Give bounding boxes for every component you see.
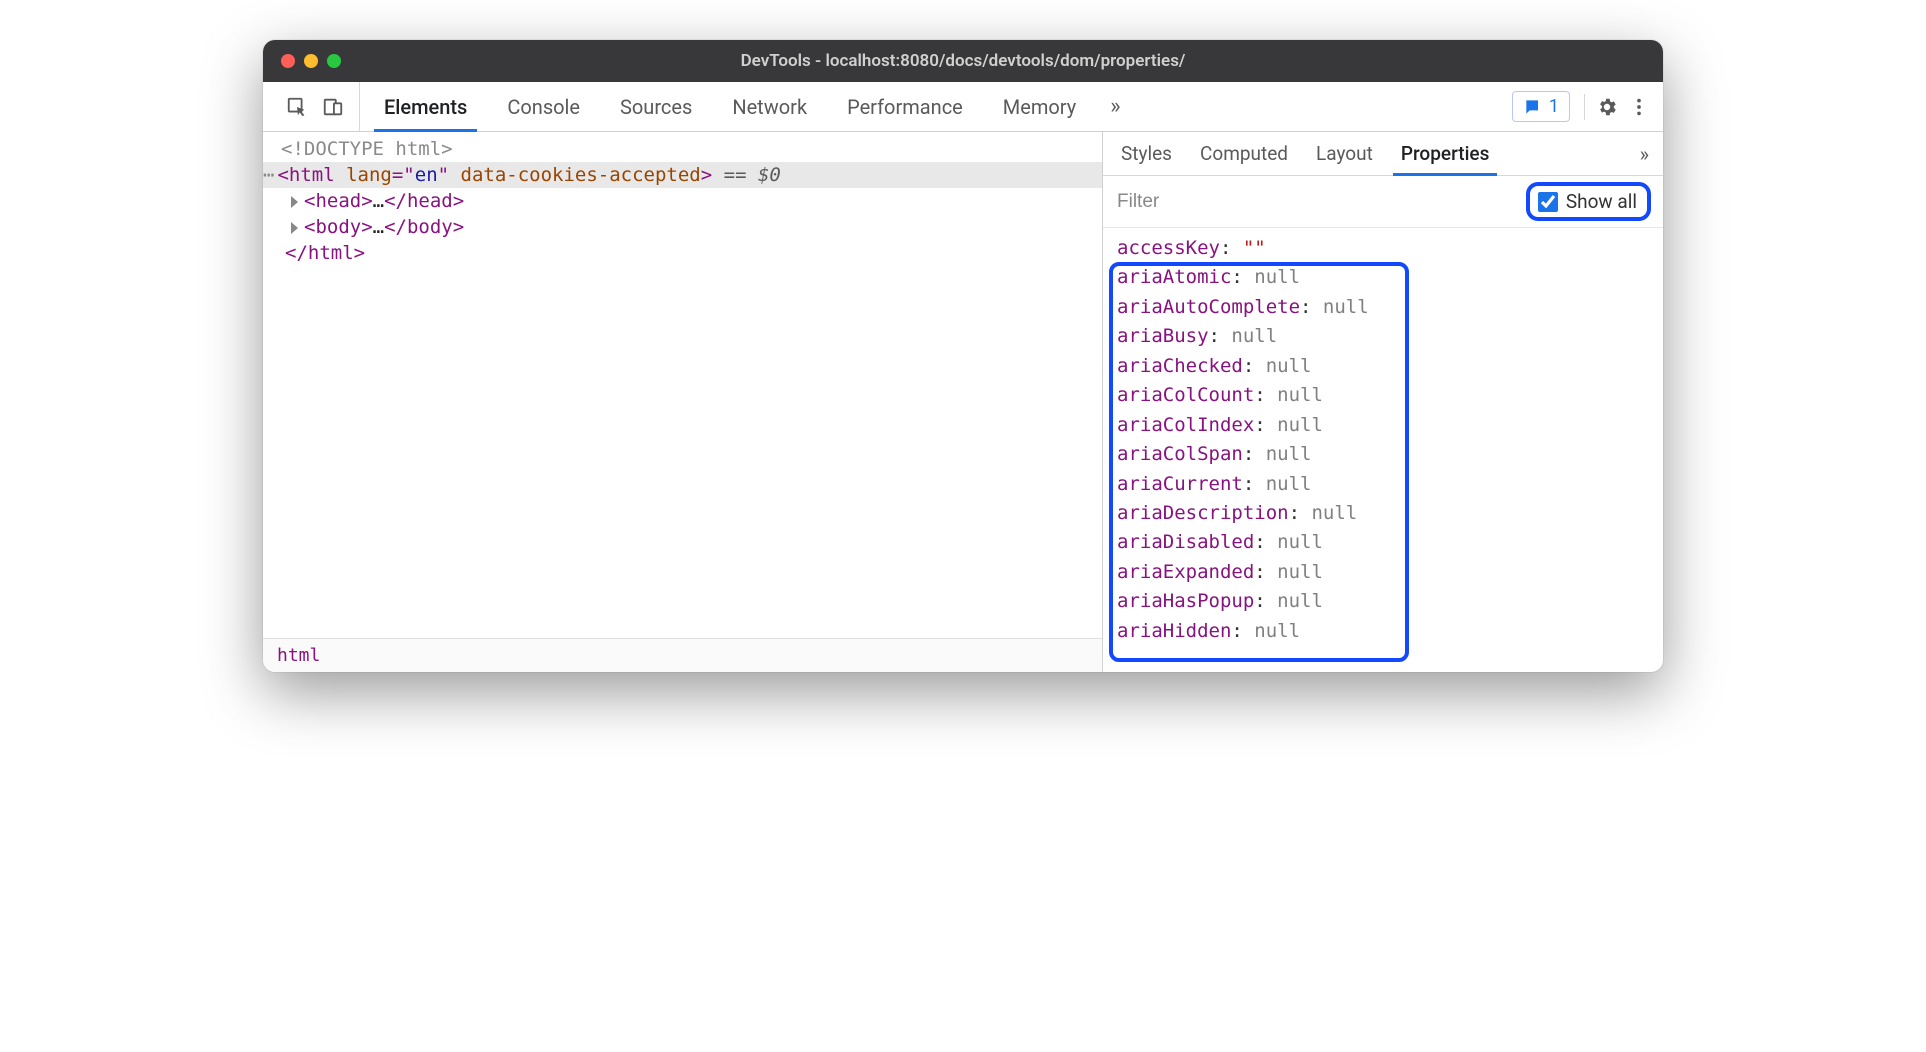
property-row[interactable]: ariaDisabled: null <box>1117 528 1649 557</box>
tab-sources[interactable]: Sources <box>600 82 712 131</box>
property-row[interactable]: ariaBusy: null <box>1117 322 1649 351</box>
property-value: null <box>1266 355 1312 377</box>
device-toolbar-icon[interactable] <box>317 91 349 123</box>
breadcrumb-item[interactable]: html <box>277 645 320 666</box>
property-row[interactable]: ariaColSpan: null <box>1117 440 1649 469</box>
devtools-window: DevTools - localhost:8080/docs/devtools/… <box>263 40 1663 672</box>
tab-memory[interactable]: Memory <box>983 82 1096 131</box>
content-area: <!DOCTYPE html> ⋯<html lang="en" data-co… <box>263 132 1663 672</box>
side-tabs: Styles Computed Layout Properties » <box>1103 132 1663 176</box>
dom-expand-dots: ⋯ <box>263 164 275 186</box>
main-tabs: Elements Console Sources Network Perform… <box>364 82 1135 131</box>
property-value: null <box>1277 414 1323 436</box>
divider <box>1584 94 1585 120</box>
property-name: accessKey <box>1117 237 1220 259</box>
property-name: ariaChecked <box>1117 355 1243 377</box>
property-name: ariaColCount <box>1117 384 1254 406</box>
property-row[interactable]: ariaDescription: null <box>1117 499 1649 528</box>
property-name: ariaAutoComplete <box>1117 296 1300 318</box>
side-tab-properties[interactable]: Properties <box>1387 132 1504 175</box>
filter-input[interactable] <box>1115 187 1516 217</box>
tab-console[interactable]: Console <box>487 82 600 131</box>
property-value: null <box>1323 296 1369 318</box>
settings-gear-icon[interactable] <box>1591 91 1623 123</box>
inspect-element-icon[interactable] <box>281 91 313 123</box>
maximize-window-button[interactable] <box>327 54 341 68</box>
issues-count: 1 <box>1549 96 1559 117</box>
property-value: null <box>1254 620 1300 642</box>
minimize-window-button[interactable] <box>304 54 318 68</box>
property-row[interactable]: ariaAtomic: null <box>1117 263 1649 292</box>
main-toolbar: Elements Console Sources Network Perform… <box>263 82 1663 132</box>
property-value: null <box>1231 325 1277 347</box>
side-tab-computed[interactable]: Computed <box>1186 132 1302 175</box>
property-row[interactable]: ariaAutoComplete: null <box>1117 293 1649 322</box>
side-tab-styles[interactable]: Styles <box>1107 132 1186 175</box>
close-window-button[interactable] <box>281 54 295 68</box>
property-value: null <box>1266 473 1312 495</box>
property-name: ariaBusy <box>1117 325 1209 347</box>
property-value: "" <box>1243 237 1266 259</box>
show-all-checkbox[interactable] <box>1538 192 1558 212</box>
property-row[interactable]: ariaHidden: null <box>1117 617 1649 646</box>
kebab-menu-icon[interactable] <box>1623 91 1655 123</box>
property-value: null <box>1277 561 1323 583</box>
toolbar-right: 1 <box>1512 82 1655 131</box>
issues-button[interactable]: 1 <box>1512 91 1570 122</box>
dom-node-body[interactable]: <body>…</body> <box>263 214 1102 240</box>
property-value: null <box>1277 384 1323 406</box>
dom-tree-panel: <!DOCTYPE html> ⋯<html lang="en" data-co… <box>263 132 1103 672</box>
doctype-text: <!DOCTYPE html> <box>281 138 453 160</box>
property-name: ariaCurrent <box>1117 473 1243 495</box>
breadcrumb[interactable]: html <box>263 638 1102 672</box>
side-panel: Styles Computed Layout Properties » Show… <box>1103 132 1663 672</box>
property-row[interactable]: ariaExpanded: null <box>1117 558 1649 587</box>
property-value: null <box>1277 590 1323 612</box>
property-value: null <box>1266 443 1312 465</box>
show-all-label: Show all <box>1566 190 1637 213</box>
console-ref: == $0 <box>712 164 781 186</box>
property-value: null <box>1311 502 1357 524</box>
property-row[interactable]: ariaColCount: null <box>1117 381 1649 410</box>
dom-node-head[interactable]: <head>…</head> <box>263 188 1102 214</box>
property-name: ariaColIndex <box>1117 414 1254 436</box>
tab-performance[interactable]: Performance <box>827 82 983 131</box>
side-tab-layout[interactable]: Layout <box>1302 132 1387 175</box>
window-controls <box>263 54 341 68</box>
tab-network[interactable]: Network <box>712 82 827 131</box>
dom-node-html-close[interactable]: </html> <box>263 240 1102 266</box>
property-name: ariaColSpan <box>1117 443 1243 465</box>
property-name: ariaExpanded <box>1117 561 1254 583</box>
titlebar: DevTools - localhost:8080/docs/devtools/… <box>263 40 1663 82</box>
tab-elements[interactable]: Elements <box>364 82 487 131</box>
dom-tree[interactable]: <!DOCTYPE html> ⋯<html lang="en" data-co… <box>263 132 1102 638</box>
property-row[interactable]: ariaCurrent: null <box>1117 470 1649 499</box>
property-row[interactable]: ariaHasPopup: null <box>1117 587 1649 616</box>
property-name: ariaAtomic <box>1117 266 1231 288</box>
property-row[interactable]: ariaChecked: null <box>1117 352 1649 381</box>
property-name: ariaHasPopup <box>1117 590 1254 612</box>
properties-list[interactable]: accessKey: ""ariaAtomic: nullariaAutoCom… <box>1103 228 1663 672</box>
property-value: null <box>1277 531 1323 553</box>
dom-doctype[interactable]: <!DOCTYPE html> <box>263 136 1102 162</box>
side-more-tabs-icon[interactable]: » <box>1630 132 1659 175</box>
property-row[interactable]: accessKey: "" <box>1117 234 1649 263</box>
window-title: DevTools - localhost:8080/docs/devtools/… <box>741 51 1186 71</box>
property-row[interactable]: ariaColIndex: null <box>1117 411 1649 440</box>
expand-triangle-icon[interactable] <box>291 222 298 234</box>
filter-row: Show all <box>1103 176 1663 228</box>
toolbar-tools <box>271 82 360 131</box>
property-name: ariaHidden <box>1117 620 1231 642</box>
property-name: ariaDescription <box>1117 502 1289 524</box>
property-value: null <box>1254 266 1300 288</box>
expand-triangle-icon[interactable] <box>291 196 298 208</box>
more-tabs-icon[interactable]: » <box>1096 82 1134 131</box>
show-all-toggle[interactable]: Show all <box>1526 182 1651 221</box>
dom-node-html[interactable]: ⋯<html lang="en" data-cookies-accepted> … <box>263 162 1102 188</box>
property-name: ariaDisabled <box>1117 531 1254 553</box>
